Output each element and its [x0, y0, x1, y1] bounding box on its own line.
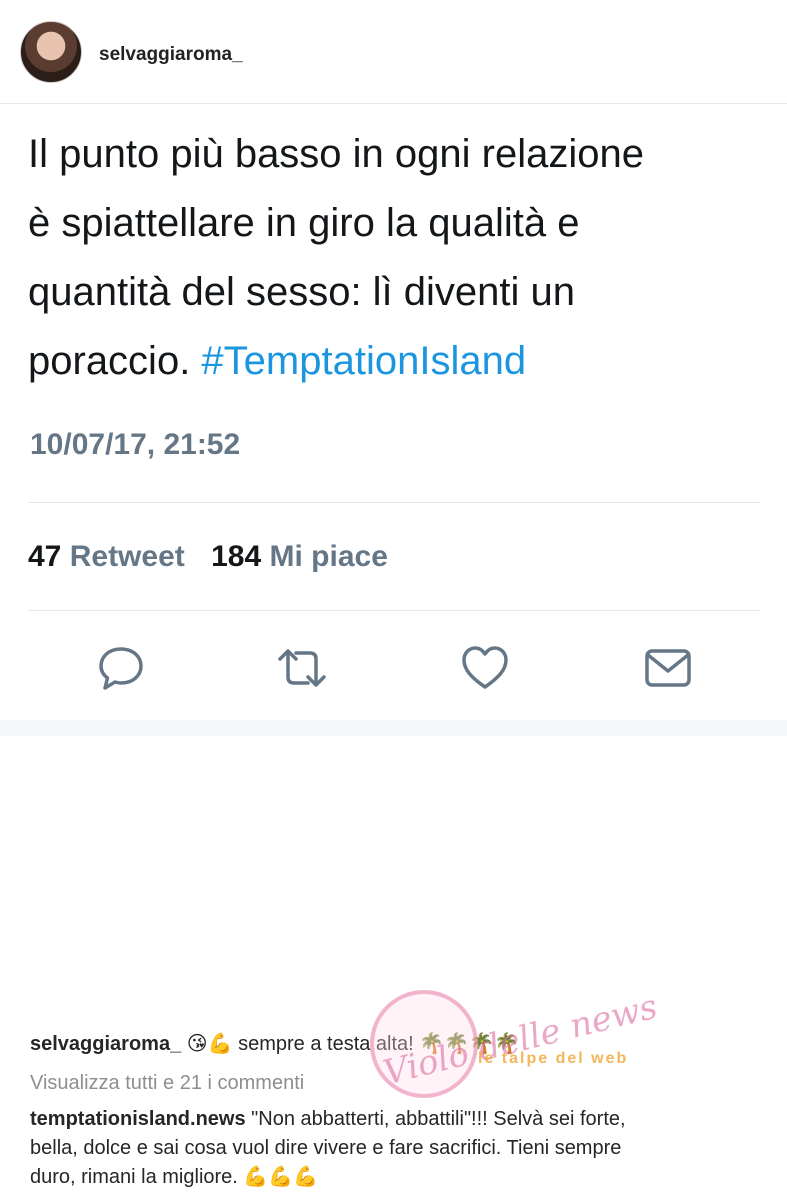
tweet-line: è spiattellare in giro la qualità e: [28, 201, 580, 245]
divider: [28, 502, 760, 503]
comment-text: duro, rimani la migliore.: [30, 1166, 238, 1188]
share-mail-button[interactable]: [640, 640, 696, 696]
retweet-button[interactable]: [274, 640, 330, 696]
comment-emojis: 💪💪💪: [243, 1166, 319, 1188]
tweet-line: quantità del sesso: lì diventi un: [28, 270, 576, 314]
avatar[interactable]: [20, 21, 82, 83]
comment-text: "Non abbatterti, abbattili"!!! Selvà sei…: [251, 1108, 626, 1130]
tweet-text: Il punto più basso in ogni relazione è s…: [28, 120, 768, 396]
like-button[interactable]: [457, 640, 513, 696]
comment-row: duro, rimani la migliore. 💪💪💪: [30, 1163, 770, 1192]
comment-row: temptationisland.news "Non abbatterti, a…: [30, 1105, 770, 1134]
mail-icon: [645, 649, 691, 687]
separator-panel: [0, 736, 787, 806]
like-label[interactable]: Mi piace: [270, 540, 388, 573]
like-count[interactable]: 184: [211, 540, 261, 573]
watermark-banner: le talpe del web: [478, 1050, 629, 1067]
divider: [0, 103, 787, 104]
reply-icon: [99, 647, 143, 690]
heart-icon: [462, 646, 508, 689]
comment-emojis: 😘💪: [186, 1033, 233, 1055]
comment-username[interactable]: temptationisland.news: [30, 1108, 246, 1130]
tweet-card: selvaggiaroma_ Il punto più basso in ogn…: [0, 0, 787, 720]
tweet-stats: 47 Retweet 184 Mi piace: [28, 540, 406, 574]
reply-button[interactable]: [93, 640, 149, 696]
tweet-actions: [0, 640, 787, 696]
tweet-timestamp: 10/07/17, 21:52: [30, 428, 241, 461]
comment-username[interactable]: selvaggiaroma_: [30, 1033, 181, 1055]
comment-text: bella, dolce e sai cosa vuol dire vivere…: [30, 1137, 622, 1159]
retweet-label[interactable]: Retweet: [70, 540, 185, 573]
retweet-icon: [278, 649, 326, 687]
tweet-username[interactable]: selvaggiaroma_: [99, 44, 243, 66]
tweet-line: poraccio. #TemptationIsland: [28, 327, 768, 396]
separator-panel: [0, 806, 787, 854]
tweet-line-text: poraccio.: [28, 339, 202, 383]
tweet-line: Il punto più basso in ogni relazione: [28, 132, 644, 176]
hashtag-link[interactable]: #TemptationIsland: [201, 339, 526, 383]
retweet-count[interactable]: 47: [28, 540, 61, 573]
divider: [28, 610, 760, 611]
